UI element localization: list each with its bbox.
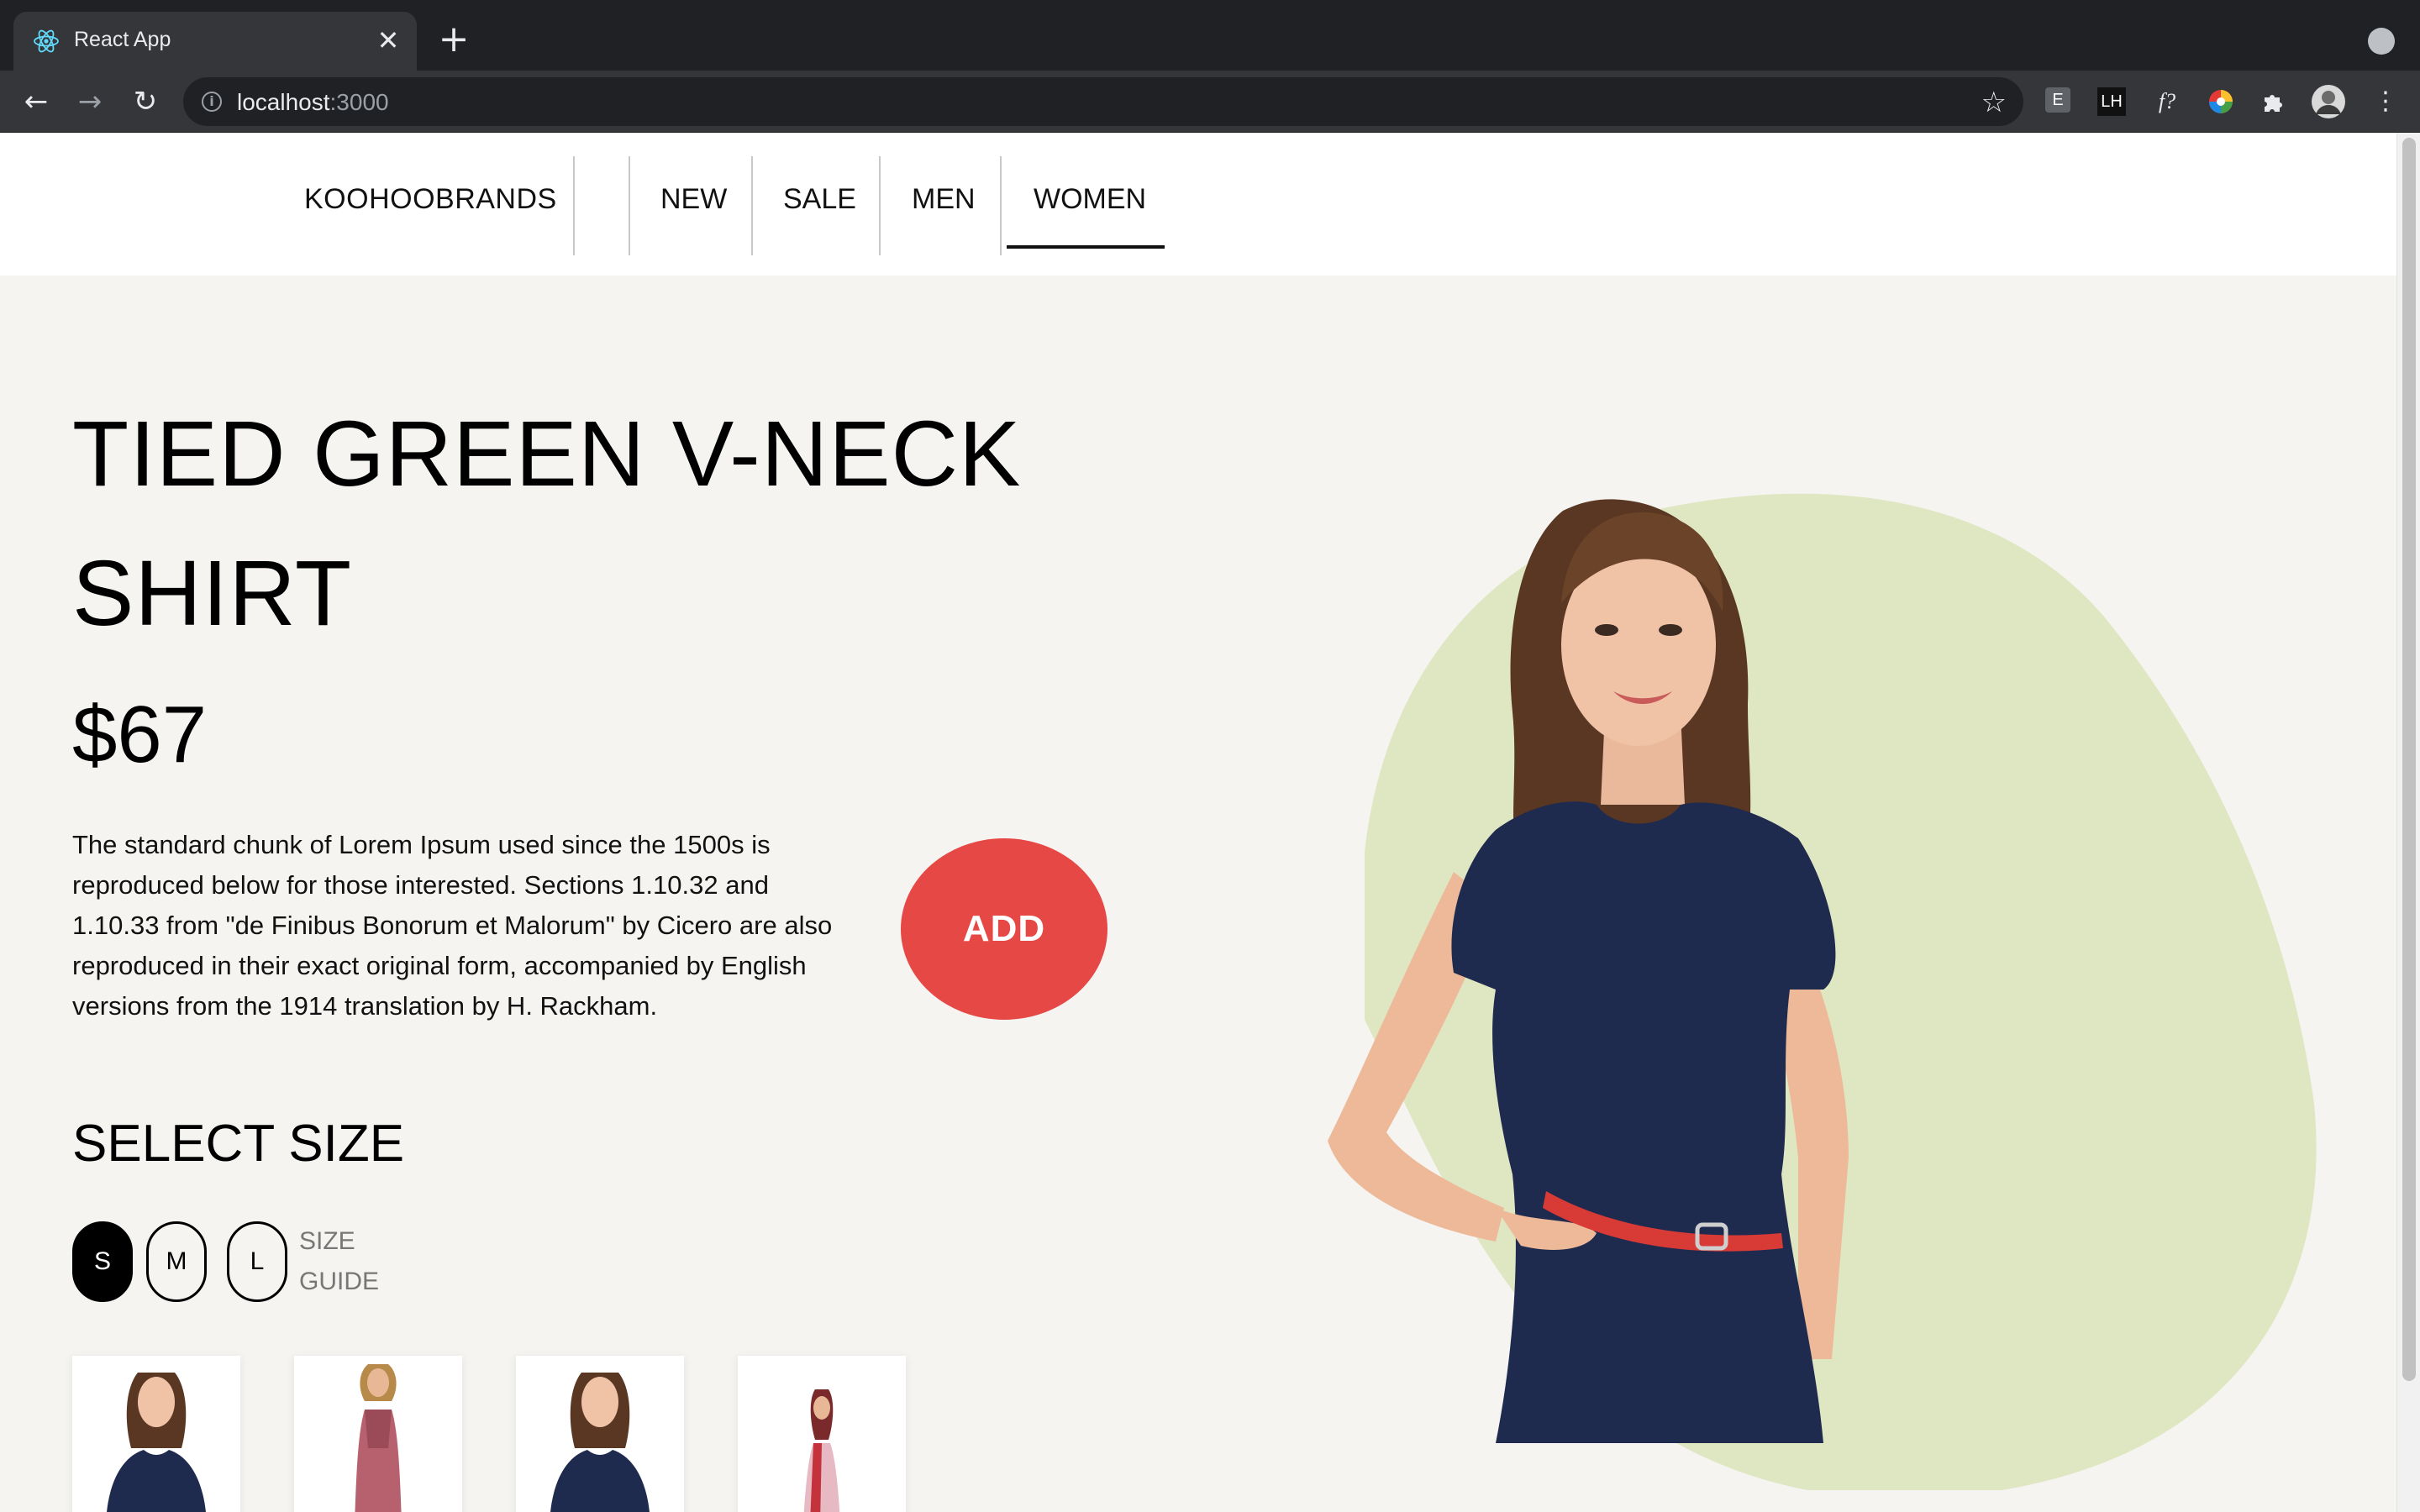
brand-logo[interactable]: KOOHOOBRANDS (304, 183, 557, 216)
browser-tab[interactable]: React App ✕ (13, 12, 417, 71)
size-guide-link[interactable]: SIZE GUIDE (299, 1221, 379, 1302)
thumbnail-image (107, 1373, 206, 1512)
tab-title: React App (74, 28, 171, 51)
info-icon[interactable]: i (202, 92, 222, 112)
page-scrollbar[interactable] (2396, 133, 2420, 1512)
tab-search-icon[interactable] (2368, 28, 2395, 55)
thumbnail-image (355, 1364, 402, 1512)
url-host: localhost (237, 89, 330, 115)
scrollbar-thumb[interactable] (2402, 138, 2416, 1381)
lighthouse-extension-icon[interactable]: LH (2097, 87, 2126, 116)
forward-arrow-icon[interactable]: → (71, 82, 109, 121)
thumbnail-image (803, 1389, 840, 1512)
nav-link-new[interactable]: NEW (660, 183, 727, 216)
close-tab-icon[interactable]: ✕ (373, 25, 403, 55)
color-picker-extension-icon[interactable] (2207, 87, 2235, 116)
site-header: KOOHOOBRANDS NEW SALE MEN WOMEN (0, 133, 2396, 276)
page-viewport: KOOHOOBRANDS NEW SALE MEN WOMEN TIED GRE… (0, 133, 2396, 1512)
back-arrow-icon[interactable]: ← (17, 82, 55, 121)
size-option-s[interactable]: S (72, 1221, 133, 1302)
react-icon (34, 29, 59, 53)
product-thumbnail[interactable] (516, 1356, 684, 1512)
puzzle-icon[interactable] (2259, 87, 2287, 116)
nav-divider (629, 156, 630, 255)
profile-avatar[interactable] (2311, 84, 2346, 119)
thumbnail-image (550, 1373, 650, 1512)
product-description: The standard chunk of Lorem Ipsum used s… (72, 830, 833, 1021)
product-title-line1: TIED GREEN V-NECK (72, 402, 1022, 506)
extension-e-icon[interactable]: E (2045, 87, 2070, 113)
browser-toolbar: ← → ↻ i localhost:3000 ☆ E LH f? ⋮ (0, 71, 2420, 133)
whatfont-extension-icon[interactable]: f? (2153, 87, 2181, 116)
new-tab-icon[interactable]: + (437, 21, 471, 58)
nav-link-men[interactable]: MEN (912, 183, 976, 216)
url-text: localhost:3000 (237, 89, 389, 116)
nav-active-indicator (1007, 245, 1165, 249)
nav-divider (573, 156, 575, 255)
reload-icon[interactable]: ↻ (126, 82, 165, 121)
size-guide-line1: SIZE (299, 1227, 355, 1255)
nav-link-women[interactable]: WOMEN (1034, 183, 1146, 216)
product-title-line2: SHIRT (72, 542, 353, 645)
size-option-l[interactable]: L (227, 1221, 287, 1302)
nav-divider (751, 156, 753, 255)
product-thumbnail[interactable] (294, 1356, 462, 1512)
size-option-m[interactable]: M (146, 1221, 207, 1302)
address-bar[interactable]: i localhost:3000 ☆ (183, 77, 2023, 126)
nav-divider (879, 156, 881, 255)
product-thumbnail[interactable] (738, 1356, 906, 1512)
product-thumbnail[interactable] (72, 1356, 240, 1512)
size-guide-line2: GUIDE (299, 1268, 380, 1295)
product-price: $67 (72, 690, 208, 780)
browser-tab-bar: React App ✕ + (0, 0, 2420, 71)
product-title: TIED GREEN V-NECK SHIRT (72, 385, 1021, 664)
model-photo (1328, 499, 1849, 1443)
star-icon[interactable]: ☆ (1981, 86, 2007, 119)
nav-divider (1000, 156, 1002, 255)
kebab-menu-icon[interactable]: ⋮ (2366, 82, 2405, 121)
nav-link-sale[interactable]: SALE (783, 183, 856, 216)
url-port: :3000 (329, 89, 389, 115)
add-to-cart-button[interactable]: ADD (901, 838, 1107, 1020)
select-size-heading: SELECT SIZE (72, 1115, 405, 1173)
